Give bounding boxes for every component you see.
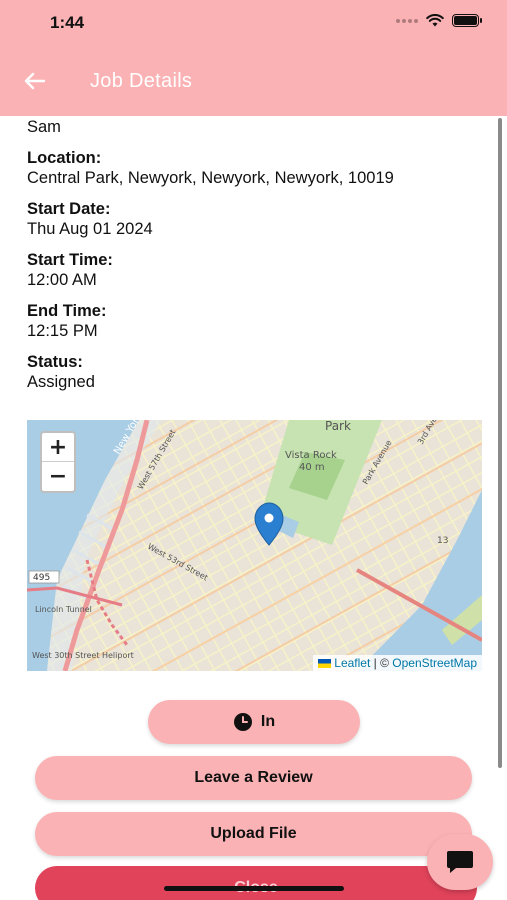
home-indicator[interactable] (164, 886, 344, 891)
status-icons (396, 14, 482, 27)
map-label-route-495: 495 (33, 573, 50, 583)
end-time-value: 12:15 PM (27, 322, 98, 340)
map-label-vista-rock-elev: 40 m (299, 462, 325, 473)
clock-icon (233, 712, 253, 732)
job-details: Sam Location: Central Park, Newyork, New… (27, 116, 487, 392)
location-value: Central Park, Newyork, Newyork, Newyork,… (27, 169, 394, 187)
openstreetmap-link[interactable]: OpenStreetMap (392, 656, 477, 670)
ukraine-flag-icon (318, 659, 332, 668)
arrow-left-icon (24, 72, 46, 90)
chat-bubble-icon (447, 851, 473, 873)
attribution-separator: | © (370, 656, 393, 670)
close-button[interactable]: Close (35, 866, 477, 900)
page-title: Job Details (90, 70, 193, 92)
scrollbar[interactable] (498, 118, 502, 768)
location-map[interactable]: Park Vista Rock 40 m West 53rd Street We… (27, 420, 482, 671)
name-value: Sam (27, 118, 61, 136)
battery-icon (452, 14, 482, 27)
location-label: Location: (27, 149, 102, 167)
zoom-out-button[interactable]: − (42, 462, 74, 491)
app-header: Job Details (0, 48, 507, 116)
upload-file-button[interactable]: Upload File (35, 812, 472, 856)
map-label-park: Park (325, 420, 351, 433)
leaflet-link[interactable]: Leaflet (334, 656, 370, 670)
start-date-value: Thu Aug 01 2024 (27, 220, 153, 238)
map-label-lincoln-tunnel: Lincoln Tunnel (35, 605, 92, 614)
chat-button[interactable] (427, 834, 493, 890)
signal-dots-icon (396, 18, 418, 23)
zoom-control: + − (40, 431, 76, 493)
map-attribution: Leaflet | © OpenStreetMap (313, 655, 482, 671)
clock-in-button[interactable]: In (148, 700, 360, 744)
map-label-heliport: West 30th Street Heliport (32, 651, 134, 660)
wifi-icon (426, 14, 444, 27)
start-time-value: 12:00 AM (27, 271, 97, 289)
map-tiles[interactable]: Park Vista Rock 40 m West 53rd Street We… (27, 420, 482, 671)
leave-review-button[interactable]: Leave a Review (35, 756, 472, 800)
status-value: Assigned (27, 373, 95, 391)
status-bar: 1:44 (0, 0, 507, 48)
end-time-label: End Time: (27, 302, 107, 320)
start-time-label: Start Time: (27, 251, 113, 269)
start-date-label: Start Date: (27, 200, 111, 218)
clock-in-label: In (260, 713, 276, 730)
map-label-vista-rock: Vista Rock (285, 450, 337, 461)
status-label: Status: (27, 353, 83, 371)
back-button[interactable] (20, 66, 50, 96)
status-time: 1:44 (50, 13, 85, 32)
zoom-in-button[interactable]: + (42, 433, 74, 462)
map-label-route-13: 13 (437, 536, 448, 546)
